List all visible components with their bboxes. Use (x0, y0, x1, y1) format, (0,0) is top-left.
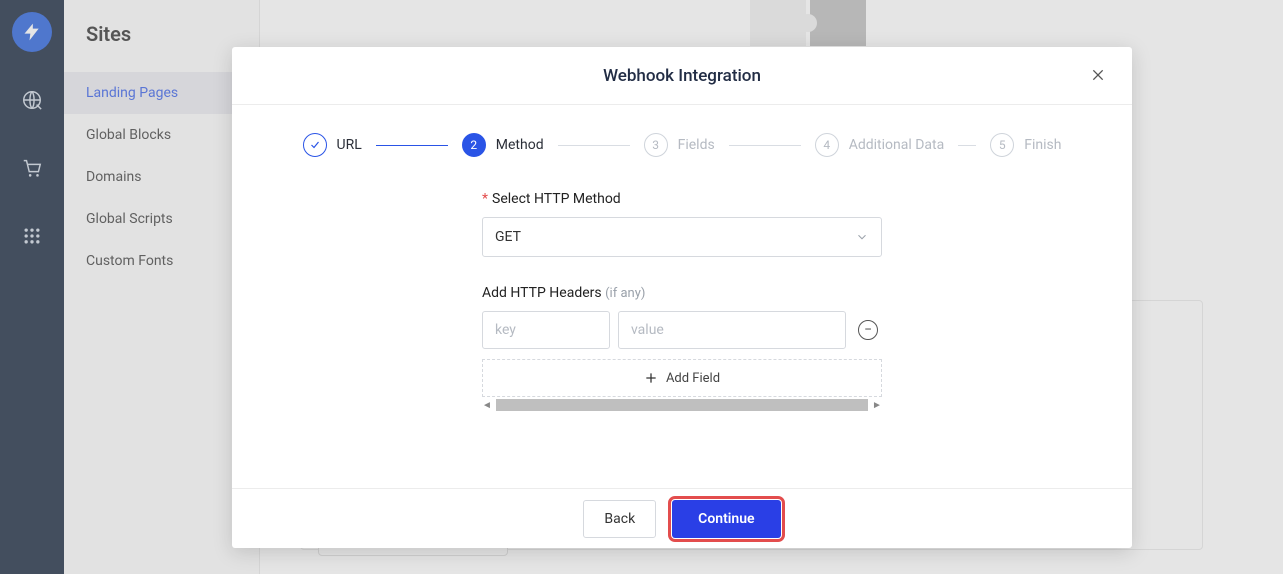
step-fields[interactable]: 3 Fields (644, 133, 715, 157)
back-button[interactable]: Back (583, 500, 656, 538)
modal-title: Webhook Integration (603, 66, 761, 86)
webhook-modal: Webhook Integration URL 2 Method 3 Field… (232, 47, 1132, 548)
chevron-down-icon (855, 230, 869, 244)
plus-icon (644, 371, 658, 385)
add-field-label: Add Field (666, 371, 720, 386)
step-url[interactable]: URL (303, 133, 362, 157)
step-line (958, 145, 976, 146)
close-icon (1090, 67, 1106, 83)
step-label-method: Method (496, 137, 544, 153)
required-mark: * (482, 191, 488, 207)
method-label-text: Select HTTP Method (492, 191, 621, 207)
method-label: *Select HTTP Method (482, 191, 882, 207)
step-finish[interactable]: 5 Finish (990, 133, 1061, 157)
stepper: URL 2 Method 3 Fields 4 Additional Data … (232, 105, 1132, 167)
step-line (729, 145, 801, 146)
headers-label: Add HTTP Headers (if any) (482, 285, 882, 301)
step-line (558, 145, 630, 146)
check-icon (303, 133, 327, 157)
continue-button[interactable]: Continue (672, 500, 780, 538)
step-circle-5: 5 (990, 133, 1014, 157)
close-button[interactable] (1090, 67, 1112, 89)
scroll-track (496, 399, 868, 411)
method-value: GET (495, 229, 521, 245)
header-key-input[interactable] (482, 311, 610, 349)
scroll-left-icon: ◄ (482, 400, 492, 411)
minus-icon: − (864, 323, 872, 337)
step-circle-4: 4 (815, 133, 839, 157)
step-line (376, 145, 448, 146)
scroll-right-icon: ► (872, 400, 882, 411)
form-body: *Select HTTP Method GET Add HTTP Headers… (232, 167, 1132, 413)
step-method[interactable]: 2 Method (462, 133, 544, 157)
modal-header: Webhook Integration (232, 47, 1132, 105)
step-additional[interactable]: 4 Additional Data (815, 133, 945, 157)
add-field-button[interactable]: Add Field (482, 359, 882, 397)
step-label-fields: Fields (678, 137, 715, 153)
headers-label-text: Add HTTP Headers (482, 285, 605, 301)
step-label-url: URL (337, 137, 362, 153)
header-value-input[interactable] (618, 311, 846, 349)
step-circle-3: 3 (644, 133, 668, 157)
headers-hint: (if any) (605, 286, 645, 301)
step-label-finish: Finish (1024, 137, 1061, 153)
step-circle-2: 2 (462, 133, 486, 157)
remove-header-button[interactable]: − (858, 320, 878, 340)
horizontal-scrollbar[interactable]: ◄ ► (482, 397, 882, 413)
http-method-select[interactable]: GET (482, 217, 882, 257)
header-row: − (482, 311, 882, 349)
step-label-additional: Additional Data (849, 137, 945, 153)
modal-footer: Back Continue (232, 488, 1132, 548)
